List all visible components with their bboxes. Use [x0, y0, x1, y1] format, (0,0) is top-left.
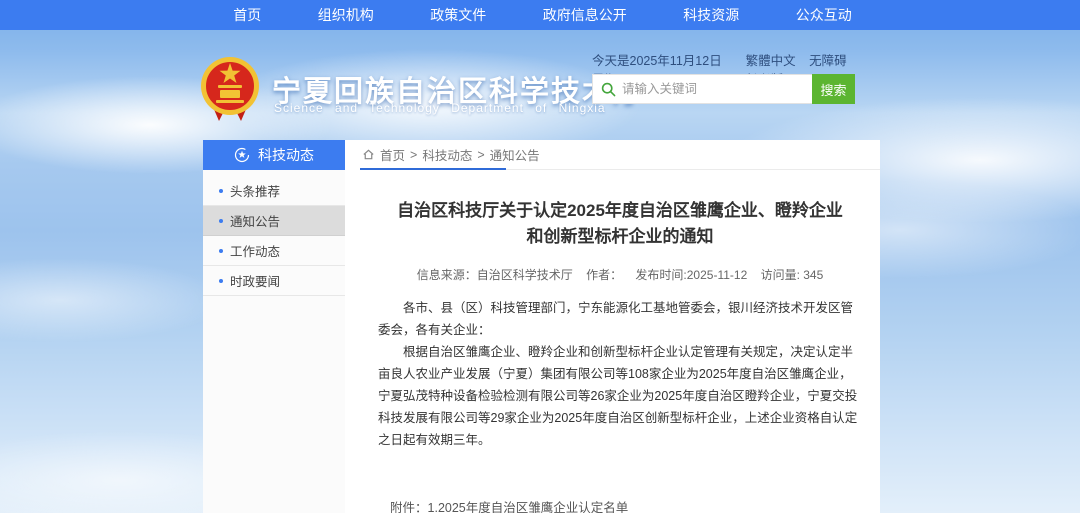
attachments-block: 附件： 1.2025年度自治区雏鹰企业认定名单 2.2025年度自治区瞪羚企业认…: [360, 497, 880, 513]
breadcrumb: 首页 > 科技动态 > 通知公告: [360, 140, 880, 170]
nav-item-public-interaction[interactable]: 公众互动: [796, 5, 852, 25]
sidebar-item-label: 时政要闻: [230, 271, 280, 290]
breadcrumb-separator: >: [410, 148, 417, 162]
search-input[interactable]: [622, 82, 804, 96]
meta-source: 信息来源：自治区科学技术厅: [417, 268, 573, 282]
sidebar-item-label: 通知公告: [230, 211, 280, 230]
attachments-label: 附件：: [390, 497, 428, 513]
nav-item-organization[interactable]: 组织机构: [318, 5, 374, 25]
article-paragraph: 各市、县（区）科技管理部门，宁东能源化工基地管委会，银川经济技术开发区管委会，各…: [378, 297, 862, 341]
breadcrumb-separator: >: [477, 148, 484, 162]
nav-item-policy-documents[interactable]: 政策文件: [430, 5, 486, 25]
sidebar: 科技动态 头条推荐 通知公告 工作动态 时政要闻: [203, 140, 345, 513]
national-emblem-logo: [199, 55, 261, 125]
article-panel: 首页 > 科技动态 > 通知公告 自治区科技厅关于认定2025年度自治区雏鹰企业…: [360, 140, 880, 513]
sidebar-item-label: 头条推荐: [230, 181, 280, 200]
nav-item-gov-info-disclosure[interactable]: 政府信息公开: [543, 5, 627, 25]
article-title-line1: 自治区科技厅关于认定2025年度自治区雏鹰企业、瞪羚企业: [390, 198, 850, 224]
link-accessibility[interactable]: 无障碍: [809, 54, 847, 68]
attachment-link-eagle-list[interactable]: 1.2025年度自治区雏鹰企业认定名单: [428, 497, 666, 513]
nav-item-sci-tech-resources[interactable]: 科技资源: [683, 5, 739, 25]
top-navigation-items: 首页 组织机构 政策文件 政府信息公开 科技资源 公众互动: [205, 0, 880, 30]
breadcrumb-home[interactable]: 首页: [380, 145, 405, 164]
bullet-icon: [219, 249, 223, 253]
article-title-line2: 和创新型标杆企业的通知: [390, 224, 850, 250]
sidebar-item-headline-recommend[interactable]: 头条推荐: [203, 176, 345, 206]
sidebar-header: 科技动态: [203, 140, 345, 170]
meta-visits: 访问量: 345: [761, 268, 824, 282]
sidebar-title: 科技动态: [258, 145, 314, 165]
site-header: 宁夏回族自治区科学技术厅 Science and Technology Depa…: [0, 38, 1080, 138]
article-body: 各市、县（区）科技管理部门，宁东能源化工基地管委会，银川经济技术开发区管委会，各…: [360, 297, 880, 451]
breadcrumb-active-underline: [360, 168, 506, 170]
star-badge-icon: [234, 147, 250, 163]
article-paragraph: 根据自治区雏鹰企业、瞪羚企业和创新型标杆企业认定管理有关规定，决定认定半亩良人农…: [378, 341, 862, 451]
sidebar-item-label: 工作动态: [230, 241, 280, 260]
bullet-icon: [219, 219, 223, 223]
breadcrumb-sci-tech-dynamics[interactable]: 科技动态: [422, 145, 472, 164]
home-icon: [362, 148, 375, 161]
top-navigation-bar: 首页 组织机构 政策文件 政府信息公开 科技资源 公众互动: [0, 0, 1080, 30]
meta-author: 作者：: [586, 268, 622, 282]
nav-item-home[interactable]: 首页: [233, 5, 261, 25]
site-subtitle-en: Science and Technology Department of Nin…: [274, 101, 606, 115]
article-title: 自治区科技厅关于认定2025年度自治区雏鹰企业、瞪羚企业 和创新型标杆企业的通知: [360, 198, 880, 250]
sidebar-item-work-dynamics[interactable]: 工作动态: [203, 236, 345, 266]
article-meta: 信息来源：自治区科学技术厅 作者： 发布时间:2025-11-12 访问量: 3…: [360, 266, 880, 283]
main-content-panel: 科技动态 头条推荐 通知公告 工作动态 时政要闻: [203, 140, 880, 513]
sidebar-menu: 头条推荐 通知公告 工作动态 时政要闻: [203, 170, 345, 296]
search-input-container: [592, 74, 812, 104]
sidebar-item-current-politics[interactable]: 时政要闻: [203, 266, 345, 296]
link-traditional-chinese[interactable]: 繁體中文: [746, 54, 796, 68]
bullet-icon: [219, 189, 223, 193]
meta-publish-time: 发布时间:2025-11-12: [635, 268, 747, 282]
search-button[interactable]: 搜索: [812, 74, 855, 104]
search-bar: 搜索: [592, 74, 855, 104]
search-icon: [601, 82, 616, 97]
bullet-icon: [219, 279, 223, 283]
attachments-list: 1.2025年度自治区雏鹰企业认定名单 2.2025年度自治区瞪羚企业认定名单 …: [428, 497, 666, 513]
sidebar-item-notice-announcement[interactable]: 通知公告: [203, 206, 345, 236]
breadcrumb-notice-announcement[interactable]: 通知公告: [490, 145, 540, 164]
